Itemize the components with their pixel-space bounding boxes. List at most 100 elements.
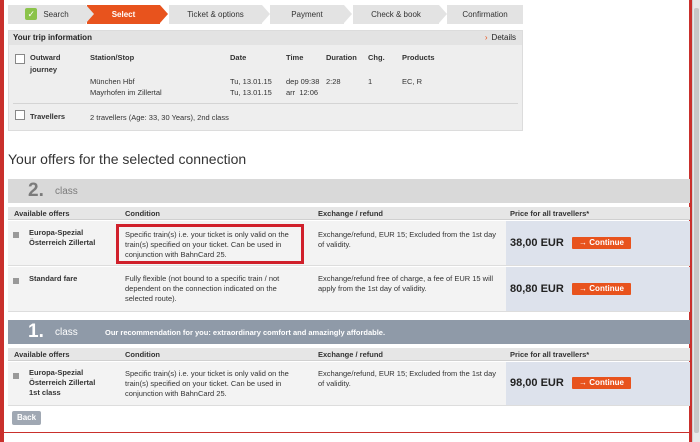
back-button[interactable]: Back [12, 411, 41, 425]
departure-station: München Hbf [90, 77, 135, 86]
exchange-line: apply from the 1st day of validity. [318, 284, 427, 293]
step-check-book: Check & book [353, 5, 447, 24]
arrival-station: Mayrhofen im Zillertal [90, 88, 162, 97]
exchange-line: of validity. [318, 240, 351, 249]
booking-steps: ✓ Search Select Ticket & options Payment … [8, 5, 523, 24]
step-label: Ticket & options [187, 10, 244, 19]
offers-title: Your offers for the selected connection [8, 151, 247, 167]
scrollbar[interactable] [692, 0, 700, 442]
changes-column-header: Chg. [368, 53, 385, 62]
exchange-line: Exchange/refund, EUR 15; Excluded from t… [318, 369, 497, 378]
condition-line: conjunction with BahnCard 25. [125, 389, 227, 398]
duration-column-header: Duration [326, 53, 357, 62]
arrival-date: Tu, 13.01.15 [230, 88, 272, 97]
second-class-bar: 2. class [8, 179, 690, 203]
condition-text: Fully flexible (not bound to a specific … [125, 274, 307, 304]
arrow-right-icon: → [579, 378, 590, 387]
details-label: Details [491, 33, 516, 42]
travellers-label: Travellers [30, 112, 66, 121]
step-label: Confirmation [462, 10, 508, 19]
class-number: 1. [28, 321, 44, 342]
date-column-header: Date [230, 53, 247, 62]
trip-information-header: Your trip information › Details [9, 31, 522, 45]
first-class-table-header: Available offers Condition Exchange / re… [8, 348, 690, 361]
condition-column-header: Condition [125, 350, 160, 359]
condition-line: Specific train(s) i.e. your ticket is on… [125, 369, 289, 378]
arrow-right-icon: → [579, 284, 590, 293]
step-label: Payment [291, 10, 323, 19]
price-cell: 80,80 EUR → Continue [506, 267, 690, 311]
station-column-header: Station/Stop [90, 53, 135, 62]
duration-value: 2:28 [326, 77, 341, 86]
departure-date: Tu, 13.01.15 [230, 77, 272, 86]
products-column-header: Products [402, 53, 435, 62]
journey-label: journey [30, 65, 58, 74]
continue-label: Continue [589, 378, 624, 387]
price-cell: 98,00 EUR → Continue [506, 362, 690, 405]
offers-column-header: Available offers [14, 209, 70, 218]
journey-icon [15, 54, 25, 64]
exchange-column-header: Exchange / refund [318, 350, 384, 359]
continue-button[interactable]: → Continue [572, 377, 631, 389]
offer-row-europa-spezial: Europa-Spezial Österreich Zillertal Spec… [8, 221, 690, 266]
exchange-line: of validity. [318, 379, 351, 388]
condition-column-header: Condition [125, 209, 160, 218]
check-icon: ✓ [25, 7, 38, 20]
condition-line: train(s) specified on your ticket. Can b… [125, 240, 282, 249]
condition-line: conjunction with BahnCard 25. [125, 250, 227, 259]
departure-time: dep 09:38 [286, 77, 320, 86]
price-column-header: Price for all travellers* [510, 350, 590, 359]
outward-label: Outward [30, 53, 61, 62]
class-label: class [55, 186, 78, 197]
offer-name-line3: 1st class [29, 388, 61, 397]
price-value: 38,00 EUR [510, 237, 564, 249]
offers-column-header: Available offers [14, 350, 70, 359]
price-cell: 38,00 EUR → Continue [506, 221, 690, 265]
exchange-column-header: Exchange / refund [318, 209, 384, 218]
traveller-icon [15, 110, 25, 120]
offer-name: Standard fare [29, 274, 78, 283]
price-value: 80,80 EUR [510, 283, 564, 295]
continue-label: Continue [589, 238, 624, 247]
step-label: Search [43, 10, 69, 19]
class-number: 2. [28, 180, 44, 201]
offer-name: Europa-Spezial [29, 368, 84, 377]
exchange-text: Exchange/refund free of charge, a fee of… [318, 274, 508, 294]
price-value: 98,00 EUR [510, 377, 564, 389]
exchange-line: Exchange/refund free of charge, a fee of… [318, 274, 494, 283]
condition-line: Specific train(s) i.e. your ticket is on… [125, 230, 289, 239]
offer-row-europa-spezial-first: Europa-Spezial Österreich Zillertal 1st … [8, 362, 690, 406]
trip-divider [13, 103, 518, 104]
bottom-border [4, 432, 692, 433]
class-label: class [55, 327, 78, 338]
step-select: Select [87, 5, 168, 24]
bullet-icon [13, 373, 19, 379]
step-confirmation: Confirmation [447, 5, 523, 24]
condition-line: Fully flexible (not bound to a specific … [125, 274, 280, 283]
trip-information-panel: Your trip information › Details Outward j… [8, 30, 523, 131]
products-value: EC, R [402, 77, 423, 86]
step-label: Select [111, 10, 136, 19]
price-column-header: Price for all travellers* [510, 209, 590, 218]
condition-line: train(s) specified on your ticket. Can b… [125, 379, 282, 388]
details-link[interactable]: › Details [485, 31, 516, 45]
arrival-time: arr 12:06 [286, 88, 319, 97]
condition-line: selected route). [125, 294, 177, 303]
bullet-icon [13, 278, 19, 284]
exchange-line: Exchange/refund, EUR 15; Excluded from t… [318, 230, 497, 239]
offer-name-line2: Österreich Zillertal [29, 378, 96, 387]
exchange-text: Exchange/refund, EUR 15; Excluded from t… [318, 369, 508, 389]
scrollbar-thumb[interactable] [694, 8, 699, 433]
second-class-table-header: Available offers Condition Exchange / re… [8, 207, 690, 220]
continue-button[interactable]: → Continue [572, 283, 631, 295]
step-label: Check & book [371, 10, 421, 19]
changes-value: 1 [368, 77, 373, 86]
continue-label: Continue [589, 284, 624, 293]
exchange-text: Exchange/refund, EUR 15; Excluded from t… [318, 230, 508, 250]
continue-button[interactable]: → Continue [572, 237, 631, 249]
step-search[interactable]: ✓ Search [8, 5, 94, 24]
bullet-icon [13, 232, 19, 238]
step-ticket-options: Ticket & options [169, 5, 270, 24]
travellers-value: 2 travellers (Age: 33, 30 Years), 2nd cl… [90, 113, 229, 122]
time-column-header: Time [286, 53, 304, 62]
